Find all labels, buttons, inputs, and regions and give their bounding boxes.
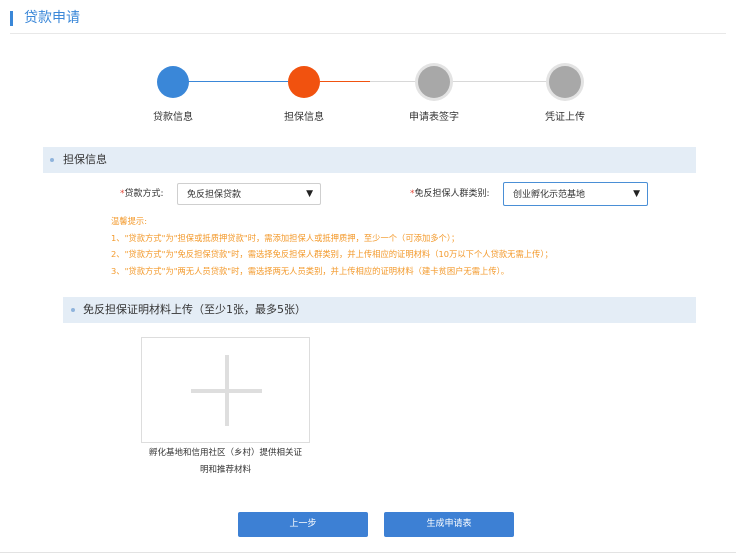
tips-heading: 温馨提示:: [111, 216, 147, 226]
prev-step-button[interactable]: 上一步: [238, 512, 368, 537]
step-4-circle: [549, 66, 581, 98]
step-2-circle: [288, 66, 320, 98]
progress-steps: 贷款信息 担保信息 申请表签字 凭证上传: [0, 0, 736, 130]
upload-dropzone[interactable]: [141, 337, 310, 443]
step-connector-2-pending: [370, 81, 420, 82]
step-1-circle: [157, 66, 189, 98]
step-4-label: 凭证上传: [545, 112, 585, 123]
tip-line-2: 2、"贷款方式"为"免反担保贷款"时，需选择免反担保人群类别，并上传相应的证明材…: [111, 249, 553, 259]
step-3-circle: [418, 66, 450, 98]
generate-application-button[interactable]: 生成申请表: [384, 512, 514, 537]
plus-icon-vertical: [225, 355, 229, 426]
tip-line-3: 3、"贷款方式"为"两无人员贷款"时，需选择两无人员类别，并上传相应的证明材料（…: [111, 265, 510, 276]
step-connector-2: [320, 81, 370, 82]
guarantee-section-header: 担保信息: [43, 147, 696, 173]
group-type-value: 创业孵化示范基地: [513, 190, 586, 200]
upload-caption: 孵化基地和信用社区（乡村）提供相关证 明和推荐材料: [141, 445, 310, 479]
upload-caption-line-1: 孵化基地和信用社区（乡村）提供相关证: [148, 448, 302, 458]
bullet-icon: [71, 308, 75, 312]
step-connector-1: [188, 81, 288, 82]
tip-line-1: 1、"贷款方式"为"担保或抵质押贷款"时，需添加担保人或抵押质押，至少一个（可添…: [111, 232, 460, 243]
bullet-icon: [50, 158, 54, 162]
loan-method-label: *贷款方式:: [120, 188, 164, 200]
tips-block: 温馨提示: 1、"贷款方式"为"担保或抵质押贷款"时，需添加担保人或抵押质押，至…: [111, 213, 553, 279]
step-1-label: 贷款信息: [153, 112, 193, 123]
loan-method-value: 免反担保贷款: [187, 190, 242, 200]
guarantee-section-title: 担保信息: [63, 153, 107, 166]
bottom-divider: [0, 552, 736, 553]
group-type-label-text: 免反担保人群类别:: [414, 189, 490, 199]
upload-section-header: 免反担保证明材料上传（至少1张，最多5张）: [63, 297, 696, 323]
loan-method-label-text: 贷款方式:: [124, 189, 164, 199]
group-type-select[interactable]: 创业孵化示范基地 ▼: [503, 182, 648, 206]
upload-section-title: 免反担保证明材料上传（至少1张，最多5张）: [83, 303, 306, 316]
upload-caption-line-2: 明和推荐材料: [199, 465, 251, 475]
dropdown-arrow-icon: ▼: [633, 189, 640, 199]
step-connector-3: [450, 81, 548, 82]
group-type-label: *免反担保人群类别:: [410, 188, 490, 200]
loan-method-select[interactable]: 免反担保贷款 ▼: [177, 183, 321, 205]
dropdown-arrow-icon: ▼: [306, 189, 313, 199]
step-2-label: 担保信息: [284, 112, 324, 123]
step-3-label: 申请表签字: [409, 112, 459, 123]
